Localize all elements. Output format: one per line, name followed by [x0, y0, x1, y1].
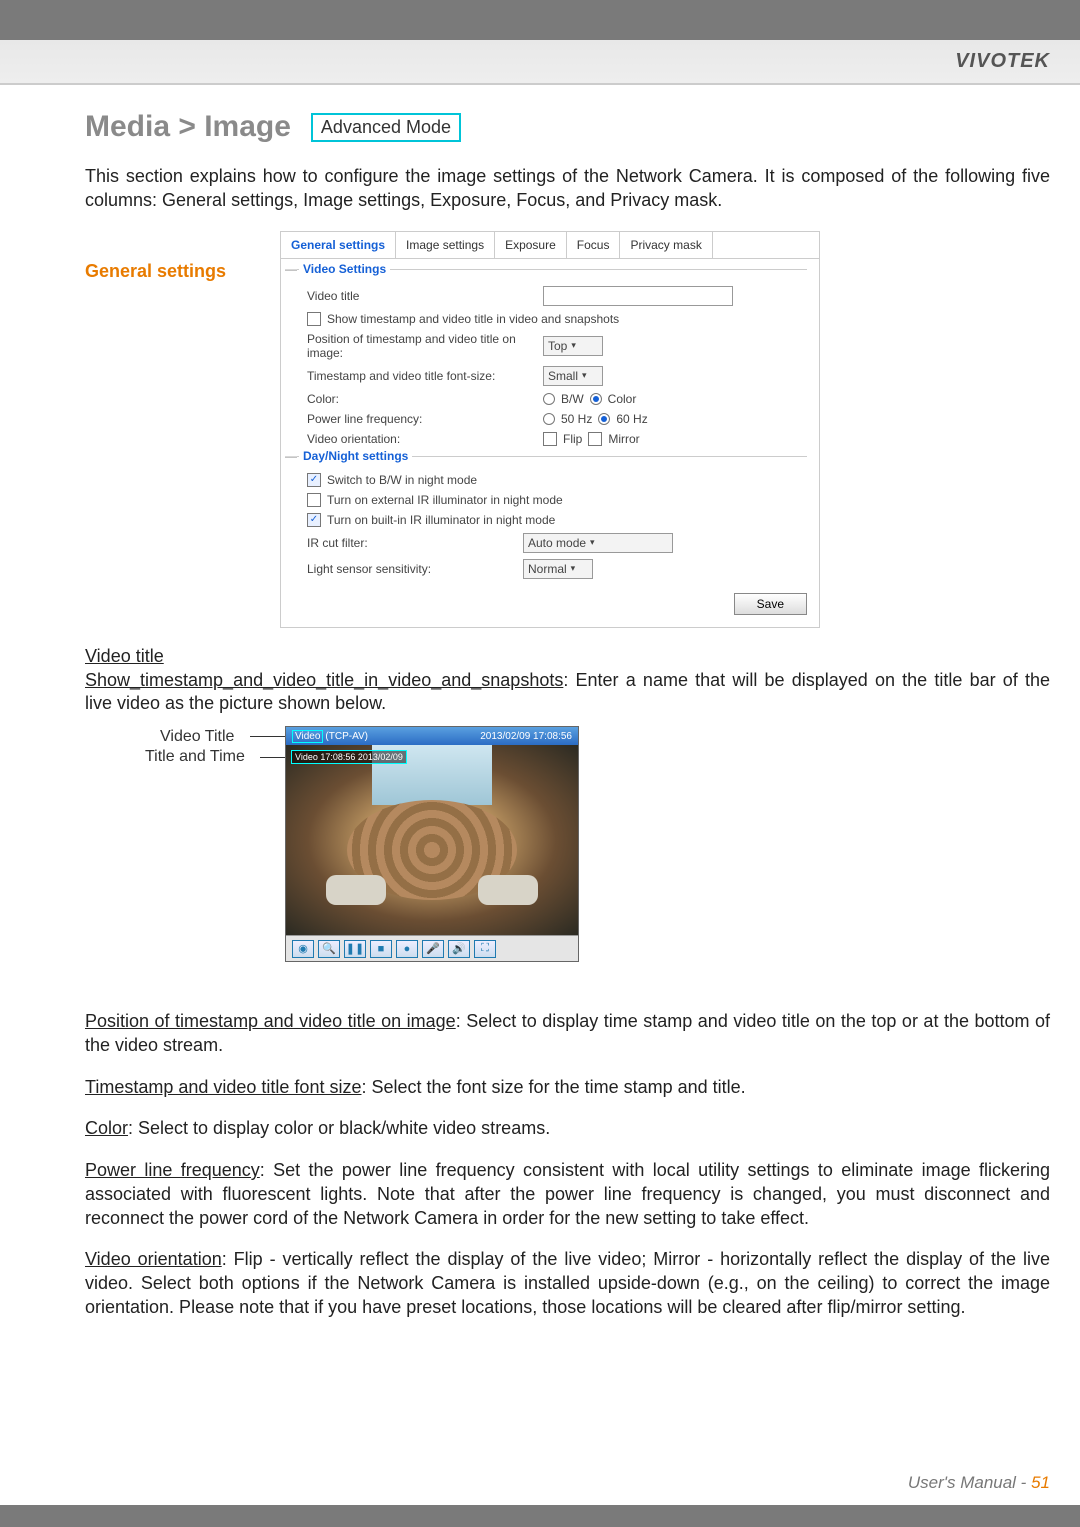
show-timestamp-label: Show timestamp and video title in video … — [327, 312, 619, 326]
callout-line — [260, 757, 285, 758]
ircut-label: IR cut filter: — [307, 536, 517, 550]
player-title-left: Video — [292, 730, 323, 743]
switch-bw-checkbox[interactable]: ✓ — [307, 473, 321, 487]
mirror-label: Mirror — [608, 432, 639, 446]
video-settings-title: Video Settings — [299, 262, 390, 276]
daynight-title: Day/Night settings — [299, 449, 412, 463]
sensitivity-select[interactable]: Normal — [523, 559, 593, 579]
color-label: Color: — [307, 392, 537, 406]
brand-label: VIVOTEK — [955, 50, 1050, 73]
show-ts-paragraph: Show_timestamp_and_video_title_in_video_… — [85, 669, 1050, 717]
daynight-group: — Day/Night settings ✓ Switch to B/W in … — [293, 456, 807, 579]
page-number: 51 — [1031, 1473, 1050, 1492]
plf-50-radio[interactable] — [543, 413, 555, 425]
speaker-icon[interactable]: 🔊 — [448, 940, 470, 958]
show-timestamp-checkbox[interactable] — [307, 312, 321, 326]
breadcrumb: Media > Image — [85, 110, 291, 144]
record-icon[interactable]: ● — [396, 940, 418, 958]
pause-icon[interactable]: ❚❚ — [344, 940, 366, 958]
intro-text: This section explains how to configure t… — [85, 164, 1050, 213]
plf-label: Power line frequency: — [307, 412, 537, 426]
footer: User's Manual - 51 — [908, 1473, 1050, 1493]
stop-icon[interactable]: ■ — [370, 940, 392, 958]
plf-50-label: 50 Hz — [561, 412, 592, 426]
color-paragraph: Color: Select to display color or black/… — [85, 1117, 1050, 1141]
switch-bw-label: Switch to B/W in night mode — [327, 473, 477, 487]
general-settings-heading: General settings — [85, 231, 270, 282]
callout-line — [250, 736, 285, 737]
position-label: Position of timestamp and video title on… — [307, 332, 537, 360]
tab-general-settings[interactable]: General settings — [281, 232, 396, 258]
font-size-select[interactable]: Small — [543, 366, 603, 386]
tab-privacy-mask[interactable]: Privacy mask — [620, 232, 712, 258]
preview-area: Video Title Title and Time Video(TCP-AV)… — [85, 726, 605, 996]
font-size-label: Timestamp and video title font-size: — [307, 369, 537, 383]
player-title-bar: Video(TCP-AV) 2013/02/09 17:08:56 — [286, 727, 578, 745]
ircut-select[interactable]: Auto mode — [523, 533, 673, 553]
overlay-timestamp: Video 17:08:56 2013/02/09 — [291, 750, 407, 764]
builtin-ir-checkbox[interactable]: ✓ — [307, 513, 321, 527]
collapse-icon[interactable]: — — [285, 449, 297, 463]
flip-checkbox[interactable] — [543, 432, 557, 446]
tab-exposure[interactable]: Exposure — [495, 232, 567, 258]
bw-label: B/W — [561, 392, 584, 406]
collapse-icon[interactable]: — — [285, 262, 297, 276]
footer-label: User's Manual - — [908, 1473, 1031, 1492]
tab-focus[interactable]: Focus — [567, 232, 621, 258]
sensitivity-label: Light sensor sensitivity: — [307, 562, 517, 576]
bw-radio[interactable] — [543, 393, 555, 405]
tabs: General settings Image settings Exposure… — [281, 232, 819, 259]
ext-ir-checkbox[interactable] — [307, 493, 321, 507]
flip-label: Flip — [563, 432, 582, 446]
video-title-label: Video title — [307, 289, 537, 303]
position-paragraph: Position of timestamp and video title on… — [85, 1010, 1050, 1058]
mirror-checkbox[interactable] — [588, 432, 602, 446]
player-codec: (TCP-AV) — [325, 731, 368, 742]
page: VIVOTEK Media > Image Advanced Mode This… — [0, 0, 1080, 1527]
zoom-icon[interactable]: 🔍 — [318, 940, 340, 958]
builtin-ir-label: Turn on built-in IR illuminator in night… — [327, 513, 555, 527]
ext-ir-label: Turn on external IR illuminator in night… — [327, 493, 563, 507]
video-title-section-heading: Video title — [85, 646, 1050, 667]
player-video-area — [286, 745, 578, 935]
orientation-label: Video orientation: — [307, 432, 537, 446]
header-band — [0, 40, 1080, 85]
callout-video-title: Video Title — [160, 728, 234, 746]
video-title-input[interactable] — [543, 286, 733, 306]
font-paragraph: Timestamp and video title font size: Sel… — [85, 1076, 1050, 1100]
player-toolbar: ◉ 🔍 ❚❚ ■ ● 🎤 🔊 ⛶ — [286, 935, 578, 961]
player-title-right: 2013/02/09 17:08:56 — [480, 731, 572, 742]
advanced-mode-badge: Advanced Mode — [311, 113, 461, 142]
fullscreen-icon[interactable]: ⛶ — [474, 940, 496, 958]
plf-60-radio[interactable] — [598, 413, 610, 425]
orientation-paragraph: Video orientation: Flip - vertically ref… — [85, 1248, 1050, 1319]
settings-panel: General settings Image settings Exposure… — [280, 231, 820, 628]
camera-icon[interactable]: ◉ — [292, 940, 314, 958]
callout-title-time: Title and Time — [145, 748, 245, 766]
color-radio[interactable] — [590, 393, 602, 405]
save-button[interactable]: Save — [734, 593, 807, 615]
mic-icon[interactable]: 🎤 — [422, 940, 444, 958]
color-option-label: Color — [608, 392, 637, 406]
video-settings-group: — Video Settings Video title Show timest… — [293, 269, 807, 446]
tab-image-settings[interactable]: Image settings — [396, 232, 495, 258]
plf-60-label: 60 Hz — [616, 412, 647, 426]
bottom-band — [0, 1505, 1080, 1527]
position-select[interactable]: Top — [543, 336, 603, 356]
content: Media > Image Advanced Mode This section… — [85, 110, 1050, 1320]
plf-paragraph: Power line frequency: Set the power line… — [85, 1159, 1050, 1230]
